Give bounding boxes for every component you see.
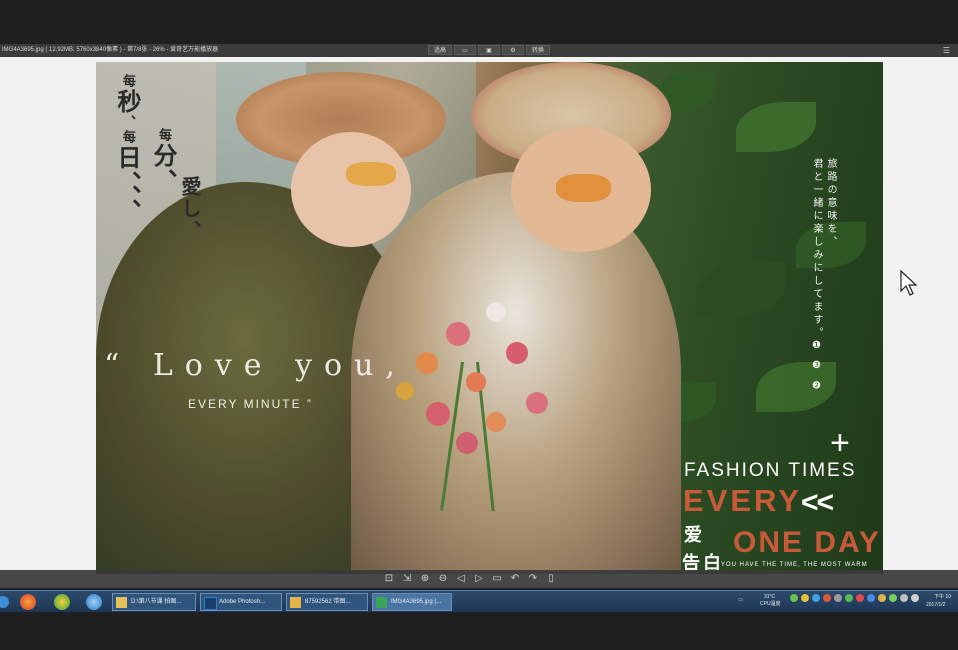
taskbar-item-image[interactable]: 87592562 带图... bbox=[286, 593, 368, 611]
delete-icon[interactable]: ▯ bbox=[546, 572, 556, 586]
one-day-text: ONE DAY bbox=[733, 526, 881, 559]
photo-sunglasses bbox=[346, 162, 396, 186]
actual-size-icon[interactable]: ⇲ bbox=[402, 572, 412, 586]
jp-vertical-text: 旅路の意味を、 君と一緒に楽しみにしてます。❶ ❸ ❷ bbox=[809, 158, 837, 394]
screen-bottom-bezel bbox=[0, 612, 958, 650]
clock-date[interactable]: 2017/1/2 bbox=[926, 602, 945, 608]
fit-height-button[interactable]: 适高 bbox=[428, 45, 452, 55]
cpu-temp-label: CPU温度 bbox=[760, 601, 781, 607]
clock-time[interactable]: 下午 10 bbox=[934, 594, 951, 600]
jp-line-1: 旅路の意味を、 bbox=[825, 158, 836, 249]
window-title: IMG4A3695.jpg ( 12.92MB, 5760x3840像素 ) -… bbox=[2, 47, 219, 53]
bouquet-flower bbox=[526, 392, 548, 414]
photo-leaf bbox=[736, 102, 816, 152]
prev-icon[interactable]: ◁ bbox=[456, 572, 466, 586]
zoom-in-icon[interactable]: ⊕ bbox=[420, 572, 430, 586]
folder-icon bbox=[116, 597, 127, 608]
tray-icon[interactable] bbox=[867, 594, 875, 602]
start-button[interactable] bbox=[0, 593, 14, 611]
tray-icon[interactable] bbox=[845, 594, 853, 602]
taskbar-item-explorer[interactable]: D:\第八节课 拍图... bbox=[112, 593, 196, 611]
fashion-times-text: FASHION TIMES bbox=[684, 460, 857, 481]
volume-icon[interactable] bbox=[911, 594, 919, 602]
fit-icon[interactable]: ⊡ bbox=[384, 572, 394, 586]
taskbar-item-viewer[interactable]: IMG4A3695.jpg (... bbox=[372, 593, 452, 611]
settings-button[interactable]: ⚙ bbox=[502, 45, 524, 55]
system-tray bbox=[790, 594, 919, 602]
view-mode-button-1[interactable]: ▭ bbox=[454, 45, 476, 55]
tray-icon[interactable] bbox=[889, 594, 897, 602]
photo-face-woman bbox=[291, 132, 411, 247]
menu-icon[interactable]: ☰ bbox=[943, 45, 950, 56]
chevrons-mark: << bbox=[801, 486, 834, 519]
tray-icon[interactable] bbox=[856, 594, 864, 602]
bouquet-flower bbox=[396, 382, 414, 400]
jp-line-2: 君と一緒に楽しみにしてます。 bbox=[811, 158, 822, 340]
displayed-photo: 每秒、每日、、、 每分、 愛し、 “ Love you, EVERY MINUT… bbox=[96, 62, 883, 574]
slideshow-icon[interactable]: ▭ bbox=[492, 572, 502, 586]
tray-icon[interactable] bbox=[801, 594, 809, 602]
photo-bouquet bbox=[366, 282, 566, 512]
ai-character: 爱 bbox=[684, 525, 702, 546]
bouquet-flower bbox=[466, 372, 486, 392]
bouquet-flower bbox=[486, 412, 506, 432]
bouquet-flower bbox=[506, 342, 528, 364]
windows-taskbar: D:\第八节课 拍图... Adobe Photosh... 87592562 … bbox=[0, 590, 958, 613]
tray-icon[interactable] bbox=[878, 594, 886, 602]
photo-sunglasses bbox=[556, 174, 611, 202]
viewer-bottom-toolbar: ⊡ ⇲ ⊕ ⊖ ◁ ▷ ▭ ↶ ↷ ▯ bbox=[0, 570, 958, 588]
viewer-controls: ⊡ ⇲ ⊕ ⊖ ◁ ▷ ▭ ↶ ↷ ▯ bbox=[384, 572, 556, 586]
cn-vertical-text-3: 愛し、 bbox=[178, 176, 202, 242]
rotate-right-icon[interactable]: ↷ bbox=[528, 572, 538, 586]
photo-leaf bbox=[696, 262, 786, 317]
weather-temp: 31°C bbox=[764, 594, 776, 600]
next-icon[interactable]: ▷ bbox=[474, 572, 484, 586]
small-english-caption: YOU HAVE THE TIME, THE MOST WARM bbox=[721, 562, 868, 568]
title-toolbar: 适高 ▭ ▣ ⚙ 转换 bbox=[428, 45, 550, 56]
plus-mark: + bbox=[830, 424, 850, 462]
mouse-cursor-icon bbox=[900, 269, 918, 301]
image-icon bbox=[290, 597, 301, 608]
quick-launch-icon[interactable] bbox=[54, 594, 70, 610]
tray-icon[interactable] bbox=[834, 594, 842, 602]
rotate-left-icon[interactable]: ↶ bbox=[510, 572, 520, 586]
view-mode-button-2[interactable]: ▣ bbox=[478, 45, 500, 55]
screen-top-bezel bbox=[0, 0, 958, 44]
bouquet-flower bbox=[446, 322, 470, 346]
bouquet-flower bbox=[416, 352, 438, 374]
quick-launch-icon[interactable] bbox=[20, 594, 36, 610]
bouquet-flower bbox=[486, 302, 506, 322]
quick-launch-icon[interactable] bbox=[86, 594, 102, 610]
keyboard-icon[interactable]: ▭ bbox=[738, 597, 743, 603]
bouquet-flower bbox=[426, 402, 450, 426]
convert-button[interactable]: 转换 bbox=[526, 45, 550, 55]
cn-vertical-text-1: 每秒、每日、、、 bbox=[113, 74, 142, 225]
every-text: EVERY bbox=[683, 483, 802, 518]
photoshop-icon bbox=[204, 597, 217, 610]
viewer-app-icon bbox=[376, 597, 387, 608]
tray-icon[interactable] bbox=[823, 594, 831, 602]
jp-marks: ❶ ❸ ❷ bbox=[811, 340, 822, 395]
bouquet-flower bbox=[456, 432, 478, 454]
every-minute-text: EVERY MINUTE ” bbox=[188, 397, 313, 411]
tray-icon[interactable] bbox=[812, 594, 820, 602]
taskbar-item-photoshop[interactable]: Adobe Photosh... bbox=[200, 593, 282, 611]
love-you-quote: “ Love you, bbox=[104, 348, 407, 383]
viewer-title-bar: IMG4A3695.jpg ( 12.92MB, 5760x3840像素 ) -… bbox=[0, 44, 958, 57]
tray-icon[interactable] bbox=[790, 594, 798, 602]
zoom-out-icon[interactable]: ⊖ bbox=[438, 572, 448, 586]
tray-icon[interactable] bbox=[900, 594, 908, 602]
